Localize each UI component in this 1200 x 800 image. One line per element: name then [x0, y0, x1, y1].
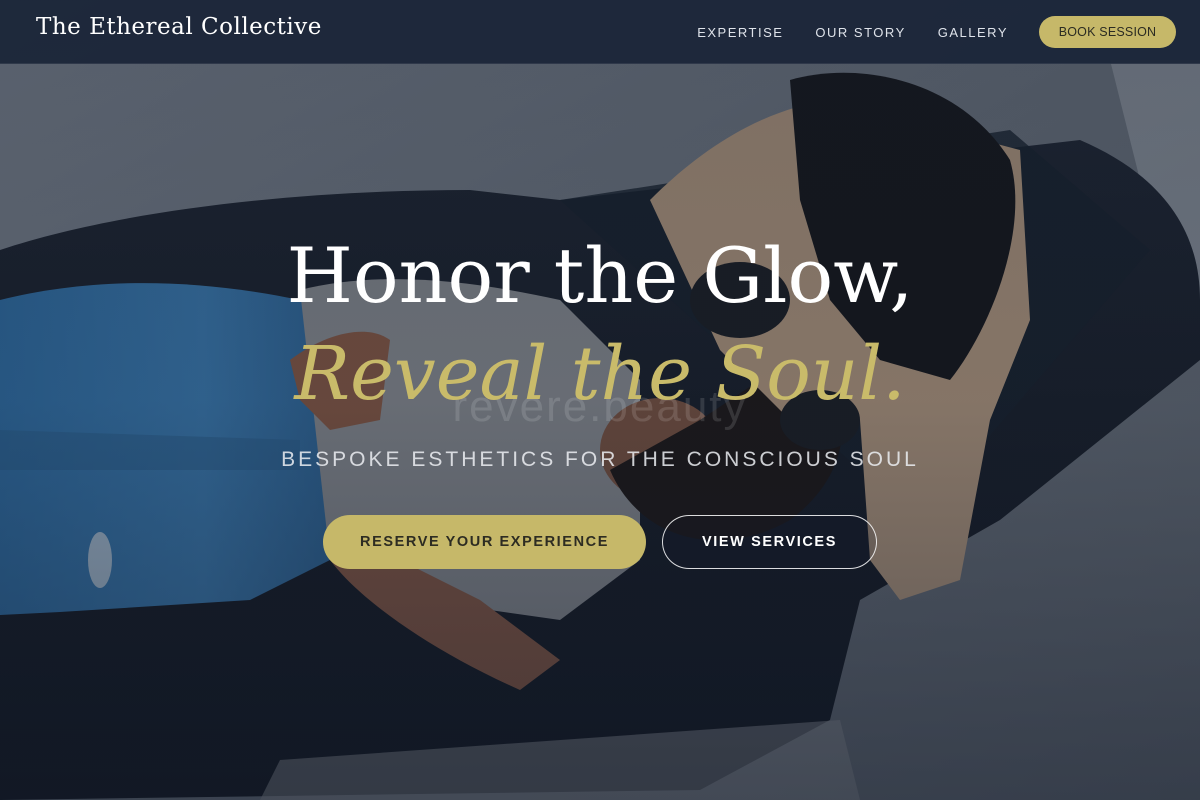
nav-link-expertise[interactable]: EXPERTISE [697, 25, 783, 40]
nav-links: EXPERTISE OUR STORY GALLERY [697, 0, 1008, 64]
book-session-button[interactable]: BOOK SESSION [1039, 16, 1176, 48]
hero-title-line-1: Honor the Glow, [286, 231, 914, 320]
view-services-button[interactable]: VIEW SERVICES [662, 515, 877, 569]
reserve-experience-button[interactable]: RESERVE YOUR EXPERIENCE [323, 515, 646, 569]
nav-link-gallery[interactable]: GALLERY [938, 25, 1008, 40]
top-navbar: The Ethereal Collective EXPERTISE OUR ST… [0, 0, 1200, 64]
brand-logo[interactable]: The Ethereal Collective [36, 14, 322, 40]
hero-title-line-2: Reveal the Soul. [294, 331, 906, 417]
nav-link-our-story[interactable]: OUR STORY [815, 25, 905, 40]
hero-subtitle: BESPOKE ESTHETICS FOR THE CONSCIOUS SOUL [281, 448, 919, 471]
hero-section: revere.beauty Honor the Glow, Reveal the… [0, 0, 1200, 800]
